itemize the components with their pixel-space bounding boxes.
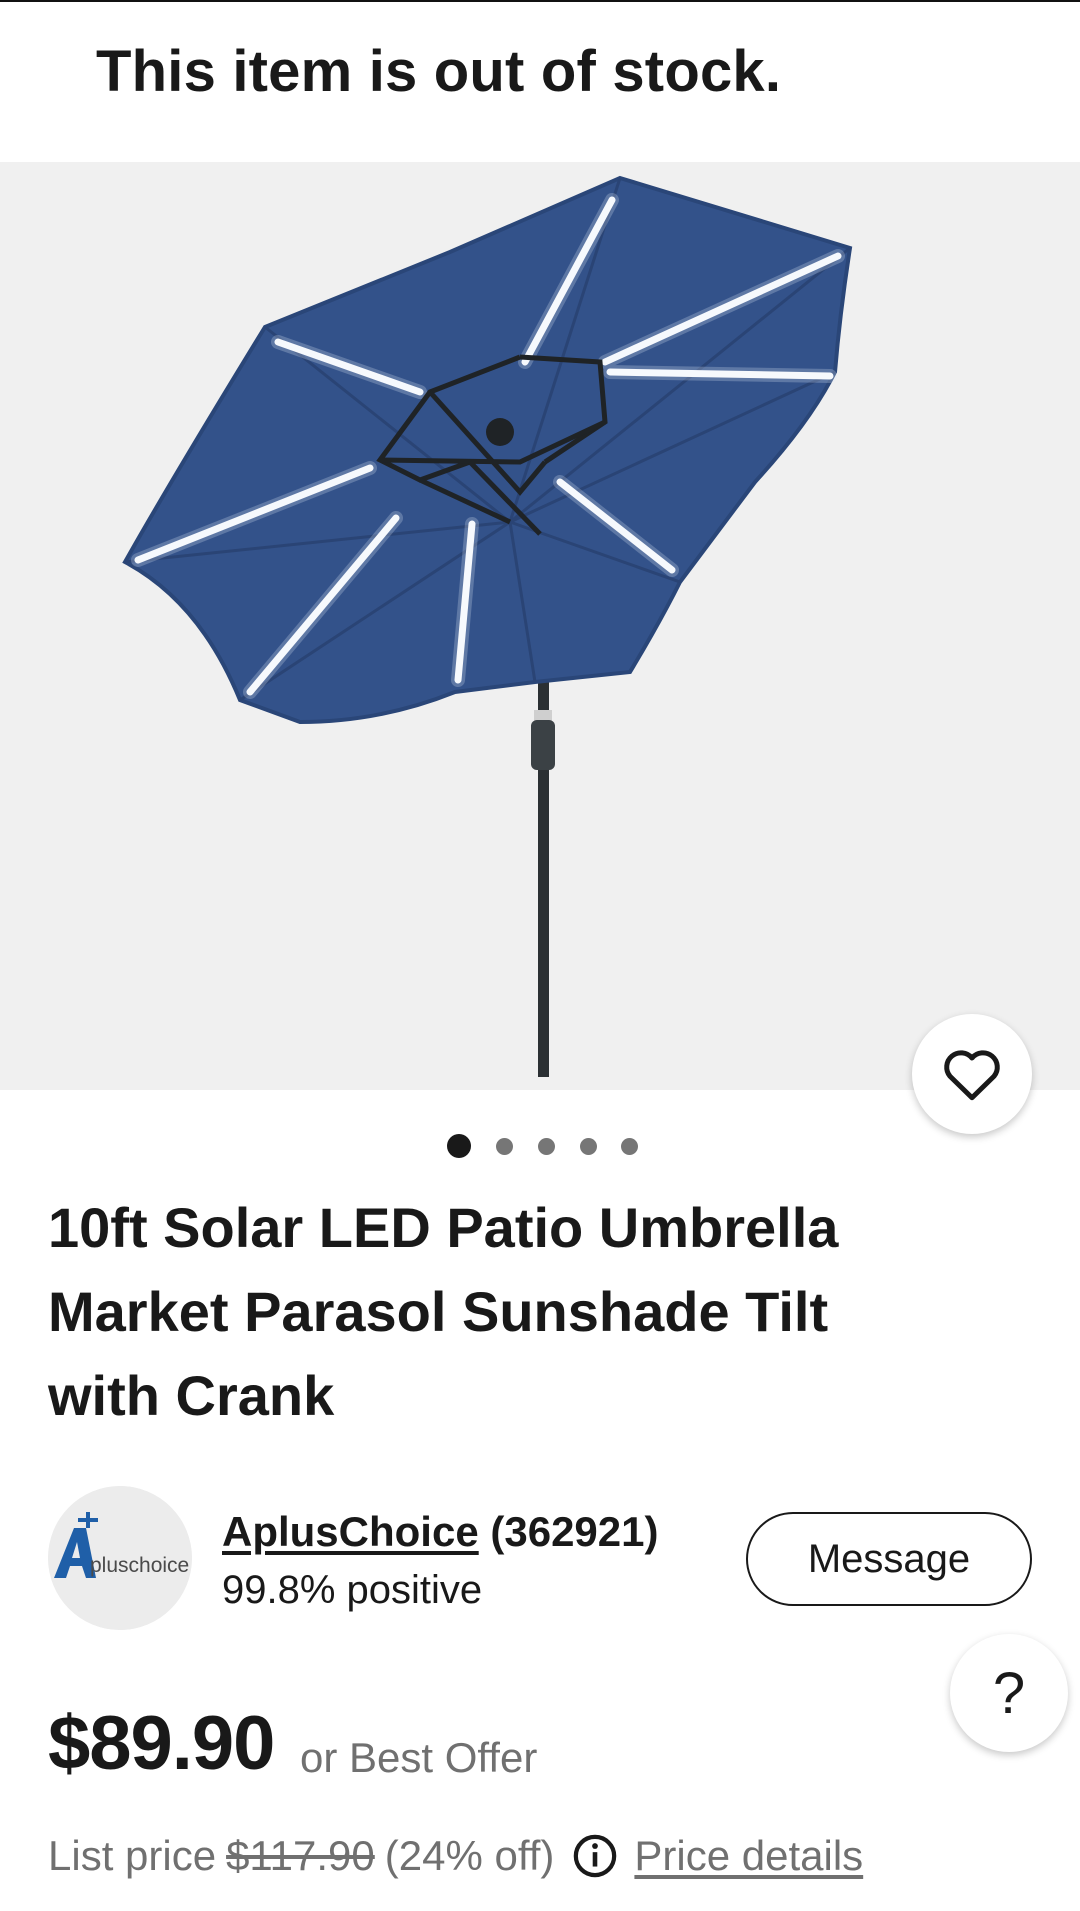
item-price: $89.90 <box>48 1701 275 1786</box>
discount-percent: (24% off) <box>384 1832 555 1879</box>
out-of-stock-banner: This item is out of stock. <box>0 2 1080 162</box>
best-offer-label: or Best Offer <box>300 1734 538 1781</box>
umbrella-canopy <box>122 175 853 725</box>
pager-dot[interactable] <box>579 1137 597 1155</box>
tilt-crank <box>531 720 555 770</box>
pager-dot[interactable] <box>620 1137 638 1155</box>
seller-name-link[interactable]: AplusChoice <box>222 1508 479 1555</box>
list-price-value: $117.90 <box>226 1832 375 1879</box>
out-of-stock-message: This item is out of stock. <box>96 39 782 104</box>
image-pager-dots[interactable] <box>0 1134 1080 1158</box>
watch-button[interactable] <box>912 1014 1032 1134</box>
price-details-link[interactable]: Price details <box>634 1832 863 1880</box>
listing-title: 10ft Solar LED Patio Umbrella Market Par… <box>48 1196 839 1427</box>
seller-logo: pluschoice <box>48 1486 192 1630</box>
pager-dot[interactable] <box>537 1137 555 1155</box>
product-image-gallery[interactable] <box>0 162 1080 1090</box>
seller-feedback-percent: 99.8% positive <box>222 1568 483 1612</box>
seller-logo-text: pluschoice <box>90 1554 189 1577</box>
seller-avatar[interactable]: pluschoice <box>48 1486 192 1630</box>
list-price-label: List price <box>48 1832 217 1879</box>
seller-info: AplusChoice (362921) <box>222 1508 659 1556</box>
list-price-line: List price $117.90 (24% off) Price detai… <box>48 1832 863 1880</box>
help-button[interactable]: ? <box>950 1634 1068 1752</box>
pager-dot[interactable] <box>447 1134 471 1158</box>
question-mark-icon: ? <box>992 1660 1026 1726</box>
product-image <box>122 175 853 1077</box>
message-seller-button[interactable]: Message <box>746 1512 1032 1606</box>
info-icon[interactable] <box>572 1833 618 1879</box>
seller-feedback-count: (362921) <box>490 1508 659 1555</box>
heart-icon <box>944 1050 1000 1101</box>
pager-dot[interactable] <box>495 1137 513 1155</box>
